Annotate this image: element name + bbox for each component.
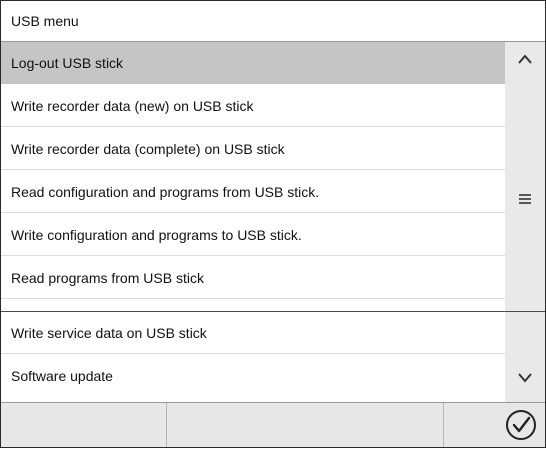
section-divider [1,311,545,312]
menu-item-write-configuration-and-programs[interactable]: Write configuration and programs to USB … [1,214,505,256]
menu-item-read-configuration-and-programs[interactable]: Read configuration and programs from USB… [1,171,505,213]
footer-slot-2 [167,403,444,447]
menu-list: Log-out USB stick Write recorder data (n… [1,42,505,402]
menu-item-write-recorder-data-new[interactable]: Write recorder data (new) on USB stick [1,85,505,127]
menu-lines-icon [519,194,531,204]
menu-item-write-service-data[interactable]: Write service data on USB stick [1,312,505,354]
scrollbar[interactable] [505,42,545,402]
menu-item-label: Write service data on USB stick [11,325,207,341]
chevron-up-icon [518,54,532,64]
menu-item-label: Read programs from USB stick [11,270,204,286]
menu-item-label: Write recorder data (complete) on USB st… [11,141,285,157]
menu-item-log-out-usb-stick[interactable]: Log-out USB stick [1,42,505,84]
usb-menu-window: USB menu Log-out USB stick Write recorde… [0,0,546,448]
scroll-down-button[interactable] [505,368,545,398]
window-title: USB menu [11,13,79,29]
checkmark-circle-icon [506,410,536,440]
menu-item-write-recorder-data-complete[interactable]: Write recorder data (complete) on USB st… [1,128,505,170]
footer-slot-1 [1,403,167,447]
footer-bar [1,402,545,447]
menu-item-label: Read configuration and programs from USB… [11,184,320,200]
menu-item-label: Write configuration and programs to USB … [11,227,302,243]
menu-item-label: Log-out USB stick [11,55,124,71]
menu-item-read-programs[interactable]: Read programs from USB stick [1,257,505,299]
scroll-thumb[interactable] [505,190,545,214]
menu-item-software-update[interactable]: Software update [1,355,505,397]
confirm-button[interactable] [501,405,541,445]
menu-item-label: Software update [11,368,113,384]
menu-item-label: Write recorder data (new) on USB stick [11,98,254,114]
scroll-up-button[interactable] [505,50,545,80]
chevron-down-icon [518,373,532,383]
title-bar: USB menu [1,1,545,42]
